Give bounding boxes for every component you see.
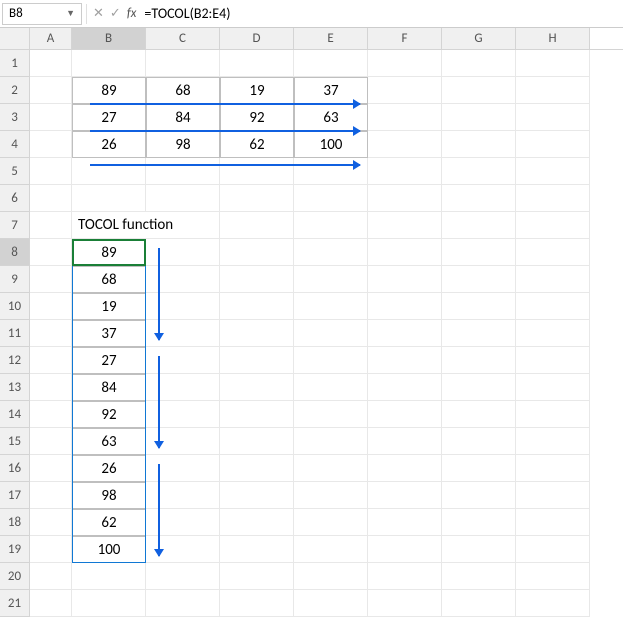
row-header[interactable]: 2 <box>0 77 30 104</box>
cell-D2[interactable]: 19 <box>220 77 294 104</box>
cell-B2[interactable]: 89 <box>72 77 146 104</box>
accept-icon[interactable]: ✓ <box>110 6 121 21</box>
formula-input[interactable]: =TOCOL(B2:E4) <box>138 5 621 22</box>
cell-C3[interactable]: 84 <box>146 104 220 131</box>
row-headers: 1 2 3 4 5 6 7 8 9 10 11 12 13 14 15 16 1… <box>0 50 30 617</box>
cells-area[interactable]: 89 68 19 37 27 84 92 63 26 98 62 1 <box>30 50 590 617</box>
cell-B14[interactable]: 92 <box>72 401 146 428</box>
row-header[interactable]: 10 <box>0 293 30 320</box>
cell-B13[interactable]: 84 <box>72 374 146 401</box>
row-header[interactable]: 17 <box>0 482 30 509</box>
row-header[interactable]: 9 <box>0 266 30 293</box>
row-header[interactable]: 4 <box>0 131 30 158</box>
cell-B16[interactable]: 26 <box>72 455 146 482</box>
cell-B10[interactable]: 19 <box>72 293 146 320</box>
active-cell-ref: B8 <box>9 6 23 21</box>
row-header[interactable]: 13 <box>0 374 30 401</box>
row-header[interactable]: 3 <box>0 104 30 131</box>
row-header[interactable]: 21 <box>0 590 30 617</box>
row-header[interactable]: 8 <box>0 239 30 266</box>
fx-icon[interactable]: fx <box>127 6 137 21</box>
formula-buttons: ✕ ✓ fx <box>91 6 138 21</box>
row-header[interactable]: 16 <box>0 455 30 482</box>
cell-B15[interactable]: 63 <box>72 428 146 455</box>
row-header[interactable]: 11 <box>0 320 30 347</box>
cell-D4[interactable]: 62 <box>220 131 294 158</box>
cell-B11[interactable]: 37 <box>72 320 146 347</box>
row-header[interactable]: 1 <box>0 50 30 77</box>
cell-E2[interactable]: 37 <box>294 77 368 104</box>
cell-B17[interactable]: 98 <box>72 482 146 509</box>
chevron-down-icon[interactable]: ▼ <box>66 8 75 19</box>
cell-B3[interactable]: 27 <box>72 104 146 131</box>
separator <box>86 4 87 24</box>
formula-bar: B8 ▼ ✕ ✓ fx =TOCOL(B2:E4) <box>0 0 623 28</box>
cell-B18[interactable]: 62 <box>72 509 146 536</box>
cell-C4[interactable]: 98 <box>146 131 220 158</box>
cancel-icon[interactable]: ✕ <box>93 6 104 21</box>
row-header[interactable]: 14 <box>0 401 30 428</box>
row-header[interactable]: 20 <box>0 563 30 590</box>
cell-B8[interactable]: 89 <box>72 239 146 266</box>
col-header-H[interactable]: H <box>516 28 590 49</box>
col-header-C[interactable]: C <box>146 28 220 49</box>
cell-C2[interactable]: 68 <box>146 77 220 104</box>
select-all-corner[interactable] <box>0 28 30 49</box>
name-box[interactable]: B8 ▼ <box>2 3 82 25</box>
col-header-F[interactable]: F <box>368 28 442 49</box>
row-header[interactable]: 6 <box>0 185 30 212</box>
cell-B4[interactable]: 26 <box>72 131 146 158</box>
col-header-D[interactable]: D <box>220 28 294 49</box>
cell-B9[interactable]: 68 <box>72 266 146 293</box>
cell-B12[interactable]: 27 <box>72 347 146 374</box>
column-headers: A B C D E F G H <box>0 28 623 50</box>
row-header[interactable]: 19 <box>0 536 30 563</box>
heading-label[interactable]: TOCOL function <box>72 212 146 239</box>
row-header[interactable]: 12 <box>0 347 30 374</box>
col-header-G[interactable]: G <box>442 28 516 49</box>
cell-D3[interactable]: 92 <box>220 104 294 131</box>
row-header[interactable]: 5 <box>0 158 30 185</box>
col-header-E[interactable]: E <box>294 28 368 49</box>
col-header-B[interactable]: B <box>72 28 146 49</box>
spreadsheet-grid: A B C D E F G H 1 2 3 4 5 6 7 8 9 10 11 … <box>0 28 623 617</box>
row-header[interactable]: 15 <box>0 428 30 455</box>
cell-B19[interactable]: 100 <box>72 536 146 563</box>
col-header-A[interactable]: A <box>30 28 72 49</box>
cell-E3[interactable]: 63 <box>294 104 368 131</box>
cell-E4[interactable]: 100 <box>294 131 368 158</box>
row-header[interactable]: 7 <box>0 212 30 239</box>
row-header[interactable]: 18 <box>0 509 30 536</box>
